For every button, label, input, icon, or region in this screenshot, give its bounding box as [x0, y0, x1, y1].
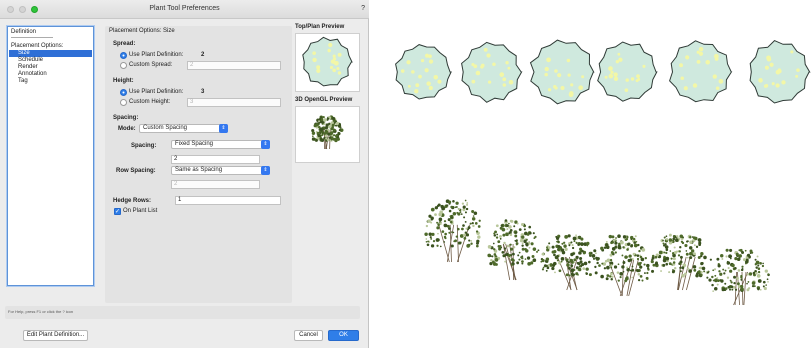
shrub-3d-model[interactable] — [594, 234, 650, 297]
spread-use-definition-radio[interactable] — [120, 52, 127, 59]
spread-custom-radio[interactable] — [120, 62, 127, 69]
canopy-symbol[interactable] — [461, 41, 523, 103]
shrub-3d-model[interactable] — [487, 219, 540, 281]
chevron-updown-icon: ⇕ — [261, 140, 270, 149]
help-text: For Help, press F1 or click the ? icon — [8, 309, 74, 314]
mode-popup[interactable]: Custom Spacing ⇕ — [139, 124, 228, 133]
canopy-symbol[interactable] — [597, 41, 658, 102]
category-item-schedule[interactable]: Schedule — [18, 57, 43, 64]
custom-spread-label: Custom Spread: — [129, 62, 173, 68]
row-spacing-popup-value: Same as Spacing — [175, 167, 223, 173]
row-spacing-amount-field[interactable]: 2 — [171, 180, 260, 189]
category-separator: --------------------- — [11, 35, 53, 41]
spacing-popup-value: Fixed Spacing — [175, 141, 214, 147]
canopy-symbol[interactable] — [669, 40, 733, 103]
canopy-symbol[interactable] — [529, 39, 595, 105]
height-label: Height: — [113, 78, 134, 84]
cancel-button[interactable]: Cancel — [294, 330, 323, 341]
help-bar: For Help, press F1 or click the ? icon — [5, 306, 360, 319]
top-plan-preview — [295, 33, 360, 92]
height-use-definition-label: Use Plant Definition: — [129, 89, 184, 95]
window-title: Plant Tool Preferences — [149, 5, 220, 12]
category-item-render[interactable]: Render — [18, 64, 38, 71]
hedge-rows-label: Hedge Rows: — [113, 198, 152, 204]
category-item-size[interactable]: Size — [9, 50, 92, 57]
chevron-updown-icon: ⇕ — [219, 124, 228, 133]
row-spacing-popup[interactable]: Same as Spacing ⇕ — [171, 166, 270, 175]
shrub-3d-model[interactable] — [424, 199, 481, 263]
spacing-label: Spacing: — [113, 115, 139, 121]
shrub-3d-model[interactable] — [706, 248, 770, 306]
shrub-3d-model[interactable] — [540, 234, 600, 291]
panel-heading: Placement Options: Size — [109, 28, 175, 34]
spacing-amount-field[interactable]: 2 — [171, 155, 260, 164]
category-item-tag[interactable]: Tag — [18, 78, 28, 85]
on-plant-list-checkbox[interactable]: ✓ — [114, 208, 121, 215]
mode-label: Mode: — [118, 126, 136, 132]
preview-canopy-symbol[interactable] — [302, 36, 353, 87]
height-custom-radio[interactable] — [120, 99, 127, 106]
canopy-preview-image — [302, 36, 353, 87]
opengl-preview — [295, 106, 360, 163]
spread-label: Spread: — [113, 41, 136, 47]
canopy-symbol[interactable] — [749, 40, 811, 104]
spacing-popup[interactable]: Fixed Spacing ⇕ — [171, 140, 270, 149]
plant-tool-preferences-dialog: Plant Tool Preferences ? Definition ----… — [0, 0, 369, 348]
height-use-definition-radio[interactable] — [120, 89, 127, 96]
custom-spread-field[interactable]: 2 — [187, 61, 281, 70]
ok-button[interactable]: OK — [328, 330, 359, 341]
row-spacing-label: Row Spacing: — [116, 168, 156, 174]
help-icon[interactable]: ? — [361, 5, 365, 12]
mode-popup-value: Custom Spacing — [143, 125, 188, 131]
custom-height-field[interactable]: 3 — [187, 98, 281, 107]
shrub-preview-image — [311, 115, 344, 150]
canopy-symbol[interactable] — [395, 44, 452, 100]
size-options-panel: Placement Options: Size Spread: Use Plan… — [105, 26, 292, 303]
preview-shrub-model[interactable] — [311, 115, 344, 150]
custom-height-label: Custom Height: — [129, 99, 171, 105]
on-plant-list-label: On Plant List — [123, 208, 158, 214]
spacing-type-label: Spacing: — [131, 143, 157, 149]
height-definition-value: 3 — [201, 89, 205, 95]
category-item-placement-options[interactable]: Placement Options: — [11, 43, 63, 50]
spread-definition-value: 2 — [201, 52, 205, 58]
category-list[interactable]: Definition --------------------- Placeme… — [7, 26, 94, 286]
shrub-3d-model[interactable] — [650, 233, 712, 291]
opengl-preview-label: 3D OpenGL Preview — [295, 97, 353, 103]
category-item-annotation[interactable]: Annotation — [18, 71, 47, 78]
title-bar[interactable]: Plant Tool Preferences ? — [0, 0, 369, 19]
hedge-rows-field[interactable]: 1 — [175, 196, 281, 205]
top-plan-preview-label: Top/Plan Preview — [295, 24, 345, 30]
drawing-canvas[interactable] — [380, 0, 811, 348]
chevron-updown-icon: ⇕ — [261, 166, 270, 175]
spread-use-definition-label: Use Plant Definition: — [129, 52, 184, 58]
edit-plant-definition-button[interactable]: Edit Plant Definition... — [23, 330, 88, 341]
